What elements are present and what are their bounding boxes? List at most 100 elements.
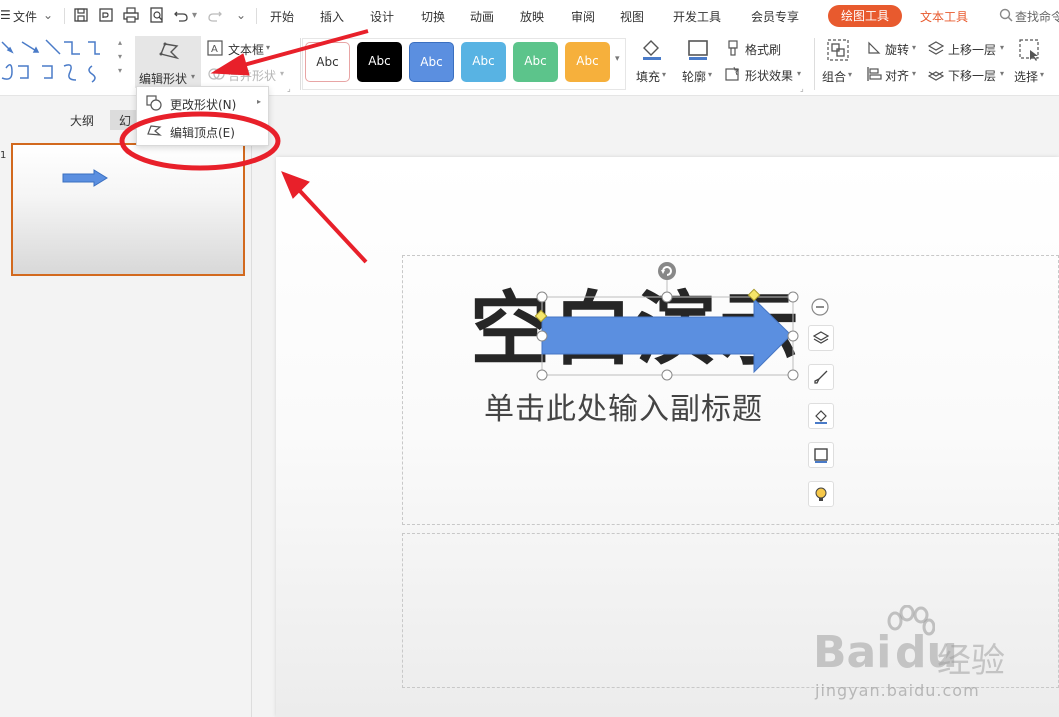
search-icon[interactable] <box>998 7 1016 25</box>
change-shape-label: 更改形状(N) <box>170 98 237 112</box>
tab-insert[interactable]: 插入 <box>320 8 344 25</box>
align-button[interactable]: 对齐 <box>885 67 909 84</box>
change-shape-icon <box>146 95 162 111</box>
shape-effect-icon <box>725 66 740 81</box>
chevron-down-icon: ▾ <box>191 72 196 81</box>
export-pdf-icon[interactable] <box>97 6 115 24</box>
brush-icon <box>814 370 828 384</box>
watermark-url: jingyan.baidu.com <box>815 681 980 700</box>
watermark: Bai du 经验 jingyan.baidu.com <box>813 605 1053 715</box>
style-brush-tool[interactable] <box>808 364 834 390</box>
watermark-brand: Bai <box>813 627 892 678</box>
tab-outline[interactable]: 大纲 <box>70 112 94 129</box>
merge-shape-icon <box>208 68 225 80</box>
tab-developer[interactable]: 开发工具 <box>673 8 721 25</box>
tab-animation[interactable]: 动画 <box>470 8 494 25</box>
tab-review[interactable]: 审阅 <box>571 8 595 25</box>
edit-points-icon <box>147 125 162 136</box>
shape-style-orange[interactable]: Abc <box>565 42 610 82</box>
customize-toolbar-icon[interactable]: ⌄ <box>236 8 246 22</box>
print-icon[interactable] <box>122 6 140 24</box>
group-button[interactable]: 组合 <box>822 68 846 85</box>
slide-subtitle[interactable]: 单击此处输入副标题 <box>484 384 763 428</box>
outline-button[interactable]: 轮廓 <box>682 68 706 85</box>
tab-home[interactable]: 开始 <box>270 8 294 25</box>
print-preview-icon[interactable] <box>148 6 166 24</box>
thumbnail-arrow-shape <box>62 169 108 187</box>
edit-points-label: 编辑顶点(E) <box>170 126 235 140</box>
selected-arrow-shape[interactable] <box>530 258 810 388</box>
lightbulb-icon <box>815 487 827 501</box>
shape-style-light-blue[interactable]: Abc <box>461 42 506 82</box>
shape-style-blue[interactable]: Abc <box>409 42 454 82</box>
shape-style-white[interactable]: Abc <box>305 42 350 82</box>
menu-separator <box>256 8 257 24</box>
shape-style-green[interactable]: Abc <box>513 42 558 82</box>
select-button[interactable]: 选择 <box>1014 68 1038 85</box>
chevron-down-icon: ▾ <box>1040 70 1045 79</box>
slide-thumbnail[interactable] <box>11 143 245 276</box>
select-icon[interactable] <box>1018 38 1042 62</box>
tab-slides[interactable]: 幻 <box>110 110 136 130</box>
group-icon[interactable] <box>826 38 850 62</box>
undo-dropdown-icon[interactable]: ▾ <box>192 10 197 21</box>
fill-bucket-icon <box>815 410 827 424</box>
watermark-jingyan: 经验 <box>937 641 1005 681</box>
menu-item-change-shape[interactable]: 更改形状(N) ▸ <box>137 90 268 116</box>
redo-icon[interactable] <box>206 6 224 24</box>
chevron-down-icon: ▾ <box>266 43 271 52</box>
rotate-button[interactable]: 旋转 <box>885 41 909 58</box>
ribbon-separator <box>300 38 301 90</box>
hamburger-icon[interactable]: ☰ <box>0 8 11 22</box>
gallery-scroll[interactable]: ▴ ▾ ▾ <box>116 38 128 88</box>
chevron-down-icon: ▾ <box>912 43 917 52</box>
ribbon-separator <box>814 38 815 90</box>
menu-separator <box>64 8 65 24</box>
shape-effect-button[interactable]: 形状效果 <box>745 67 793 84</box>
text-box-button[interactable]: 文本框 <box>228 41 264 58</box>
chevron-down-icon[interactable]: ⌄ <box>43 8 53 22</box>
fill-icon[interactable] <box>640 38 664 60</box>
layers-tool[interactable] <box>808 325 834 351</box>
send-backward-icon <box>928 71 944 81</box>
chevron-down-icon: ▾ <box>912 69 917 78</box>
tab-transition[interactable]: 切换 <box>421 8 445 25</box>
chevron-down-icon: ▾ <box>797 69 802 78</box>
connector-gallery[interactable] <box>0 38 112 88</box>
shape-style-black[interactable]: Abc <box>357 42 402 82</box>
undo-icon[interactable] <box>172 6 190 24</box>
merge-shape-button: 合并形状 <box>228 69 277 83</box>
fill-tool[interactable] <box>808 403 834 429</box>
chevron-down-icon: ▾ <box>280 69 285 78</box>
outline-tool-icon <box>814 448 828 463</box>
search-command-input[interactable]: 查找命令 <box>1015 8 1059 25</box>
tab-member[interactable]: 会员专享 <box>751 8 799 25</box>
launcher-icon[interactable]: ⌟ <box>287 84 291 93</box>
outline-tool[interactable] <box>808 442 834 468</box>
align-icon <box>867 67 882 81</box>
launcher-icon[interactable]: ⌟ <box>800 84 804 93</box>
tab-view[interactable]: 视图 <box>620 8 644 25</box>
svg-text:A: A <box>211 44 218 55</box>
collapse-toolbar-icon[interactable] <box>811 298 829 316</box>
style-gallery-more-icon[interactable]: ▾ <box>615 54 620 64</box>
tab-slideshow[interactable]: 放映 <box>520 8 544 25</box>
smart-tool[interactable] <box>808 481 834 507</box>
edit-shape-button[interactable]: 编辑形状 ▾ <box>135 36 201 88</box>
save-icon[interactable] <box>72 6 90 24</box>
fill-button[interactable]: 填充 <box>636 68 660 85</box>
menu-item-edit-points[interactable]: 编辑顶点(E) <box>137 118 268 144</box>
text-box-icon[interactable]: A <box>207 40 223 56</box>
chevron-right-icon: ▸ <box>257 97 262 106</box>
edit-shape-label: 编辑形状 <box>139 72 188 86</box>
format-painter-button[interactable]: 格式刷 <box>745 41 781 58</box>
rotate-icon <box>868 41 881 54</box>
outline-icon[interactable] <box>686 38 710 60</box>
bring-forward-button[interactable]: 上移一层 <box>948 41 996 58</box>
tab-design[interactable]: 设计 <box>370 8 394 25</box>
layers-icon <box>813 331 829 344</box>
tab-text-tools[interactable]: 文本工具 <box>920 8 968 25</box>
tab-drawing-tools[interactable]: 绘图工具 <box>828 5 902 27</box>
send-backward-button[interactable]: 下移一层 <box>948 67 996 84</box>
menu-file[interactable]: 文件 <box>13 8 37 25</box>
